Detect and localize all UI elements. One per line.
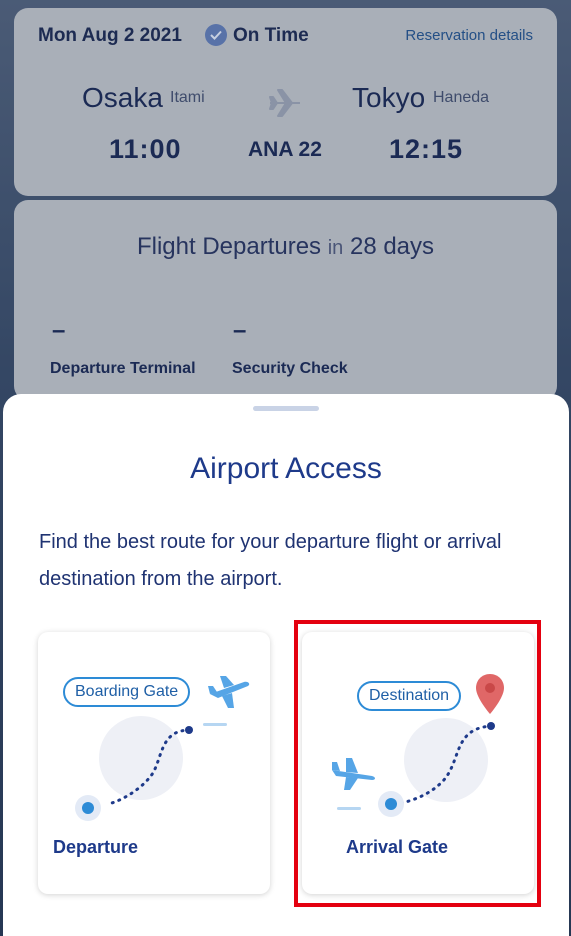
security-label: Security Check <box>232 360 348 377</box>
departure-label: Departure <box>53 837 139 857</box>
departure-countdown-card: Flight Departures in 28 days – Departure… <box>14 200 557 400</box>
reservation-details-link[interactable]: Reservation details <box>405 27 533 44</box>
origin-airport: Itami <box>170 89 205 106</box>
flight-summary-card[interactable]: Mon Aug 2 2021 On Time Reservation detai… <box>14 8 557 196</box>
flight-number: ANA 22 <box>248 138 322 161</box>
destination-airport: Haneda <box>433 89 490 106</box>
countdown-in: in <box>327 237 344 259</box>
terminal-label: Departure Terminal <box>50 360 196 377</box>
selection-highlight <box>294 620 541 907</box>
departure-countdown-title: Flight Departures in 28 days <box>14 233 557 261</box>
countdown-prefix: Flight Departures <box>136 233 322 260</box>
sheet-description: Find the best route for your departure f… <box>39 531 502 590</box>
check-circle-icon <box>205 24 227 46</box>
origin-city: Osaka <box>82 82 163 113</box>
terminal-value: – <box>52 317 66 344</box>
flight-status: On Time <box>233 25 309 46</box>
destination-city: Tokyo <box>352 82 426 113</box>
airplane-icon <box>268 88 302 123</box>
departure-option-card[interactable]: Boarding Gate Departure <box>38 632 270 894</box>
departure-route-illustration <box>75 676 250 821</box>
flight-date: Mon Aug 2 2021 <box>38 25 182 46</box>
departure-time: 11:00 <box>109 134 182 164</box>
countdown-days: 28 days <box>349 233 435 260</box>
sheet-drag-handle[interactable] <box>253 406 319 411</box>
sheet-title: Airport Access <box>190 452 382 485</box>
airplane-takeoff-icon <box>208 676 250 708</box>
security-value: – <box>233 317 247 344</box>
boarding-gate-pill: Boarding Gate <box>63 677 191 707</box>
arrival-time: 12:15 <box>389 134 464 164</box>
